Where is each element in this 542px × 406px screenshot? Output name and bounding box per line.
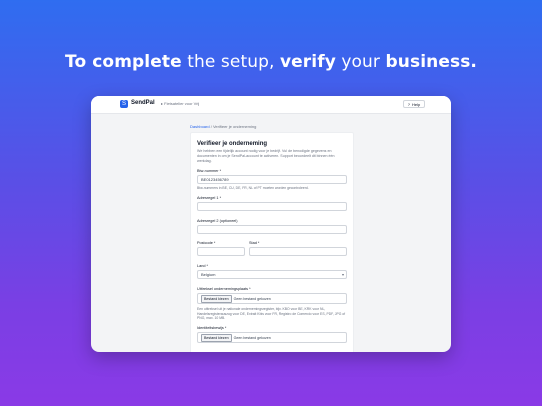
address1-label: Adresregel 1 * (197, 196, 222, 200)
form-title: Verifieer je onderneming (197, 141, 268, 147)
breadcrumb: Dashboard / Verifieer je onderneming (190, 124, 256, 129)
headline-strong-2: verify (279, 52, 336, 72)
address2-label: Adresregel 2 (optioneel) (197, 219, 238, 223)
id-status: Geen bestand gekozen (233, 336, 271, 340)
top-bar: S SendPal ▸ Fietsatelier voor Vrij ? Help (91, 96, 451, 114)
breadcrumb-current: Verifieer je onderneming (212, 124, 257, 129)
country-label: Land * (197, 264, 208, 268)
chevron-down-icon: ▾ (341, 272, 344, 277)
country-select[interactable]: Belgium ▾ (197, 270, 347, 279)
extract-hint: Een uittreksel uit je nationale ondernem… (197, 307, 346, 320)
id-file-input[interactable]: Bestand kiezen Geen bestand gekozen (197, 332, 347, 343)
headline-text-2: your (335, 52, 386, 72)
vat-label: Btw-nummer * (197, 169, 222, 173)
extract-status: Geen bestand gekozen (233, 297, 271, 301)
address2-input[interactable] (197, 225, 347, 234)
help-icon: ? (407, 102, 410, 107)
app-name: SendPal (131, 100, 155, 106)
city-input[interactable] (249, 247, 347, 256)
country-value: Belgium (201, 272, 216, 277)
page-headline: To complete the setup, verify your busin… (0, 52, 542, 72)
id-choose-button[interactable]: Bestand kiezen (201, 334, 232, 342)
form-description: We hebben een tijdelijk account nodig vo… (197, 149, 335, 163)
account-switcher[interactable]: ▸ Fietsatelier voor Vrij (161, 101, 199, 106)
headline-strong-3: business. (385, 52, 477, 72)
headline-strong-1: To complete (65, 52, 182, 72)
city-label: Stad * (249, 241, 260, 245)
extract-file-input[interactable]: Bestand kiezen Geen bestand gekozen (197, 293, 347, 304)
app-window: S SendPal ▸ Fietsatelier voor Vrij ? Help… (91, 96, 451, 352)
postcode-input[interactable] (197, 247, 245, 256)
address1-input[interactable] (197, 202, 347, 211)
extract-choose-button[interactable]: Bestand kiezen (201, 295, 232, 303)
headline-text-1: the setup, (181, 52, 280, 72)
postcode-label: Postcode * (197, 241, 216, 245)
logo-icon: S (120, 100, 128, 108)
vat-input[interactable]: BE0123456789 (197, 175, 347, 184)
help-label: Help (412, 102, 421, 107)
id-label: Identiteitsbewijs * (197, 326, 227, 330)
extract-label: Uittreksel ondernemingsplaats * (197, 287, 251, 291)
help-button[interactable]: ? Help (403, 100, 425, 108)
breadcrumb-separator: / (210, 124, 212, 129)
verification-form: Verifieer je onderneming We hebben een t… (190, 132, 354, 352)
vat-hint: Btw-nummers in BE, CU, DE, FR, NL of PT … (197, 186, 309, 190)
breadcrumb-dashboard[interactable]: Dashboard (190, 124, 210, 129)
